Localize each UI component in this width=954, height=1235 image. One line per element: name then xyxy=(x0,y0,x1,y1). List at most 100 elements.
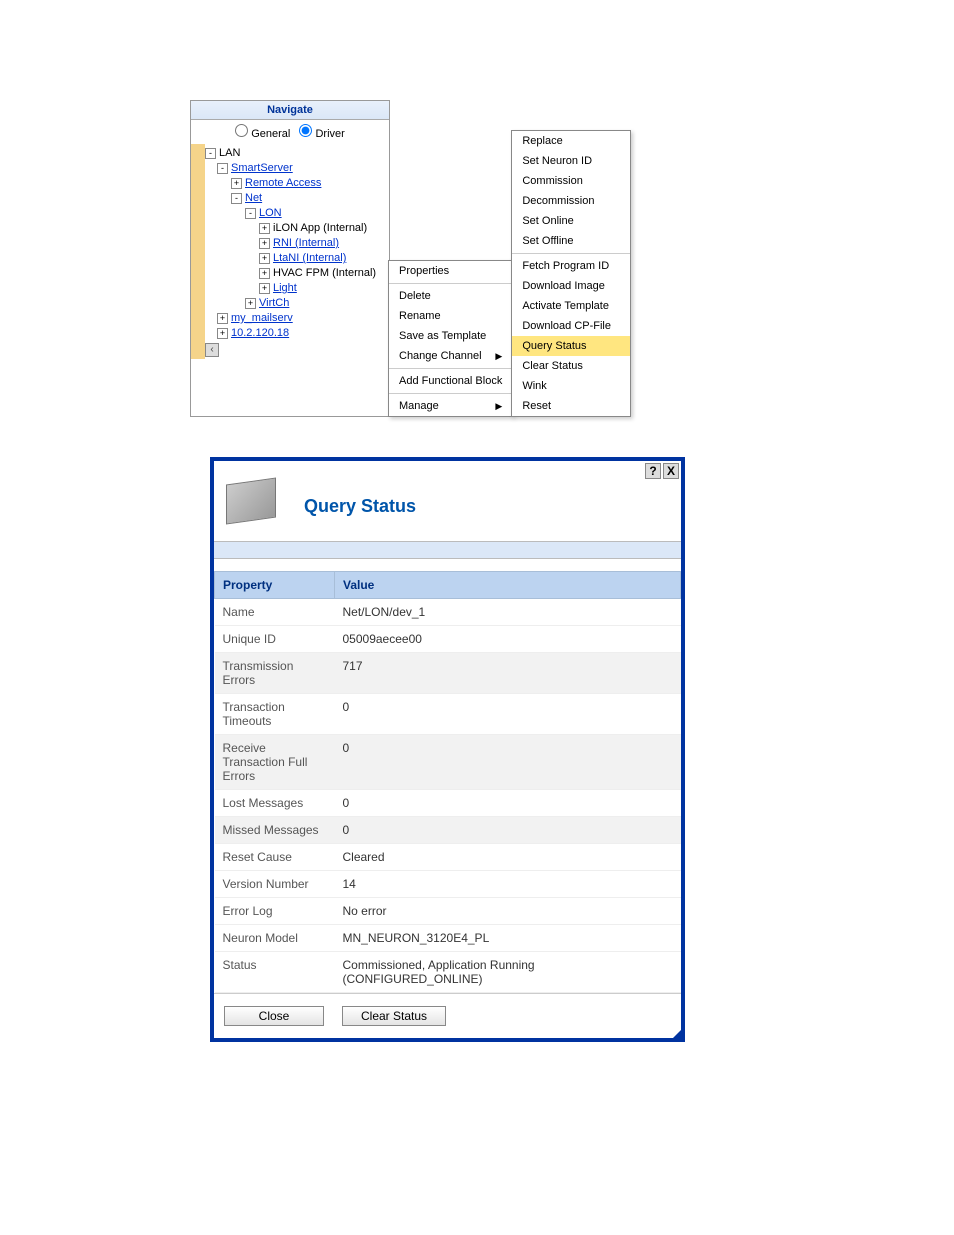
value-cell: 0 xyxy=(335,694,681,735)
expand-icon[interactable]: + xyxy=(231,178,242,189)
tree-virtch[interactable]: +VirtCh xyxy=(205,296,389,311)
tree-lon[interactable]: -LON xyxy=(205,206,389,221)
menu-separator xyxy=(389,283,512,284)
expand-icon[interactable]: + xyxy=(217,328,228,339)
expand-icon[interactable]: + xyxy=(259,253,270,264)
tree-ip[interactable]: +10.2.120.18 xyxy=(205,326,389,341)
menu-rename[interactable]: Rename xyxy=(389,306,512,326)
dialog-header: ? X Query Status xyxy=(214,461,681,541)
menu-set-neuron[interactable]: Set Neuron ID xyxy=(512,151,630,171)
tree-smartserver[interactable]: -SmartServer xyxy=(205,161,389,176)
table-row: Error LogNo error xyxy=(215,898,681,925)
collapse-icon[interactable]: - xyxy=(231,193,242,204)
menu-decommission[interactable]: Decommission xyxy=(512,191,630,211)
value-cell: Cleared xyxy=(335,844,681,871)
property-cell: Transaction Timeouts xyxy=(215,694,335,735)
tree-rni[interactable]: +RNI (Internal) xyxy=(205,236,389,251)
tree-container: -LAN -SmartServer +Remote Access -Net -L… xyxy=(191,144,389,359)
tree-ltani[interactable]: +LtaNI (Internal) xyxy=(205,251,389,266)
resize-corner-icon[interactable] xyxy=(669,1026,685,1042)
col-value: Value xyxy=(335,572,681,599)
collapse-icon[interactable]: - xyxy=(217,163,228,174)
tree-remote-access[interactable]: +Remote Access xyxy=(205,176,389,191)
menu-replace[interactable]: Replace xyxy=(512,131,630,151)
menu-wink[interactable]: Wink xyxy=(512,376,630,396)
navigate-panel: Navigate General Driver -LAN -SmartServe… xyxy=(190,100,934,417)
table-row: Reset CauseCleared xyxy=(215,844,681,871)
menu-set-online[interactable]: Set Online xyxy=(512,211,630,231)
menu-commission[interactable]: Commission xyxy=(512,171,630,191)
table-row: Receive Transaction Full Errors0 xyxy=(215,735,681,790)
expand-icon[interactable]: + xyxy=(245,298,256,309)
status-table: Property Value NameNet/LON/dev_1Unique I… xyxy=(214,571,681,993)
tree-ilon-app[interactable]: +iLON App (Internal) xyxy=(205,221,389,236)
dialog-band xyxy=(214,541,681,559)
expand-icon[interactable]: + xyxy=(259,223,270,234)
nav-header: Navigate xyxy=(191,101,389,120)
context-menu-manage: Replace Set Neuron ID Commission Decommi… xyxy=(511,130,631,417)
context-menu-node: Properties Delete Rename Save as Templat… xyxy=(388,260,513,417)
value-cell: 0 xyxy=(335,735,681,790)
device-icon xyxy=(226,477,276,524)
tree-hvac-fpm[interactable]: +HVAC FPM (Internal) xyxy=(205,266,389,281)
menu-reset[interactable]: Reset xyxy=(512,396,630,416)
property-cell: Neuron Model xyxy=(215,925,335,952)
menu-properties[interactable]: Properties xyxy=(389,261,512,281)
property-cell: Status xyxy=(215,952,335,993)
nav-tree-box: Navigate General Driver -LAN -SmartServe… xyxy=(190,100,390,417)
tree-lan[interactable]: -LAN xyxy=(205,146,389,161)
menu-query-status[interactable]: Query Status xyxy=(512,336,630,356)
collapse-icon[interactable]: - xyxy=(205,148,216,159)
col-property: Property xyxy=(215,572,335,599)
submenu-arrow-icon: ▶ xyxy=(495,401,502,412)
radio-driver[interactable]: Driver xyxy=(299,128,344,140)
value-cell: 717 xyxy=(335,653,681,694)
collapse-icon[interactable]: - xyxy=(245,208,256,219)
expand-icon[interactable]: + xyxy=(259,283,270,294)
menu-save-template[interactable]: Save as Template xyxy=(389,326,512,346)
expand-icon[interactable]: + xyxy=(259,238,270,249)
dialog-button-bar: Close Clear Status xyxy=(214,993,681,1038)
menu-activate-template[interactable]: Activate Template xyxy=(512,296,630,316)
menu-set-offline[interactable]: Set Offline xyxy=(512,231,630,251)
tree-light[interactable]: +Light xyxy=(205,281,389,296)
value-cell: MN_NEURON_3120E4_PL xyxy=(335,925,681,952)
value-cell: Commissioned, Application Running (CONFI… xyxy=(335,952,681,993)
table-row: Lost Messages0 xyxy=(215,790,681,817)
menu-add-fb[interactable]: Add Functional Block xyxy=(389,371,512,391)
menu-delete[interactable]: Delete xyxy=(389,286,512,306)
tree-body: -LAN -SmartServer +Remote Access -Net -L… xyxy=(205,144,389,359)
dialog-window-buttons: ? X xyxy=(645,463,679,479)
menu-separator xyxy=(389,393,512,394)
clear-status-button[interactable]: Clear Status xyxy=(342,1006,446,1026)
nav-radio-group: General Driver xyxy=(191,120,389,144)
table-row: Missed Messages0 xyxy=(215,817,681,844)
close-dialog-button[interactable]: Close xyxy=(224,1006,324,1026)
property-cell: Unique ID xyxy=(215,626,335,653)
tree-mailserv[interactable]: +my_mailserv xyxy=(205,311,389,326)
tree-gutter xyxy=(191,144,205,359)
help-button[interactable]: ? xyxy=(645,463,661,479)
table-row: Unique ID05009aecee00 xyxy=(215,626,681,653)
menu-download-cp[interactable]: Download CP-File xyxy=(512,316,630,336)
table-row: StatusCommissioned, Application Running … xyxy=(215,952,681,993)
property-cell: Missed Messages xyxy=(215,817,335,844)
table-row: Version Number14 xyxy=(215,871,681,898)
expand-icon[interactable]: + xyxy=(259,268,270,279)
close-button[interactable]: X xyxy=(663,463,679,479)
table-row: Neuron ModelMN_NEURON_3120E4_PL xyxy=(215,925,681,952)
menu-download-image[interactable]: Download Image xyxy=(512,276,630,296)
menu-manage[interactable]: Manage▶ xyxy=(389,396,512,416)
radio-general[interactable]: General xyxy=(235,128,290,140)
property-cell: Reset Cause xyxy=(215,844,335,871)
expand-icon[interactable]: + xyxy=(217,313,228,324)
property-cell: Lost Messages xyxy=(215,790,335,817)
value-cell: 14 xyxy=(335,871,681,898)
tree-net[interactable]: -Net xyxy=(205,191,389,206)
menu-change-channel[interactable]: Change Channel▶ xyxy=(389,346,512,366)
menu-clear-status[interactable]: Clear Status xyxy=(512,356,630,376)
property-cell: Error Log xyxy=(215,898,335,925)
menu-fetch-pid[interactable]: Fetch Program ID xyxy=(512,256,630,276)
scroll-left-icon[interactable]: ‹ xyxy=(205,343,219,357)
table-row: Transmission Errors717 xyxy=(215,653,681,694)
